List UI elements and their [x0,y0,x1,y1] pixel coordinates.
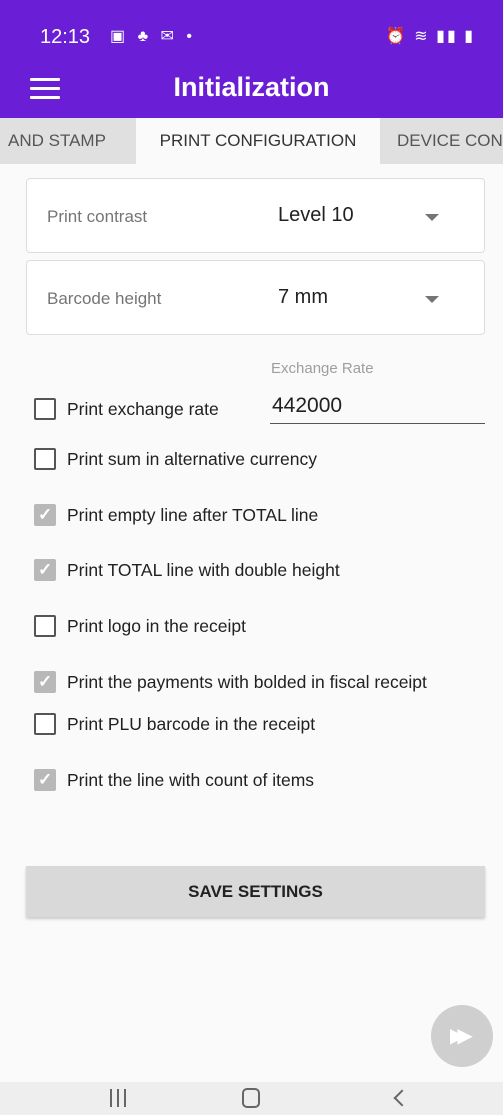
checkmark-icon: ✓ [38,505,53,524]
tab-bar: AND STAMP PRINT CONFIGURATION DEVICE CON [0,118,503,164]
tab-logo-and-stamp[interactable]: AND STAMP [8,118,106,164]
barcode-height-label: Barcode height [47,289,162,308]
back-button[interactable] [372,1082,432,1115]
print-contrast-select[interactable]: Print contrast Level 10 [26,178,485,253]
notification-icons: ▣ ♣ ✉ • [110,28,196,45]
print-contrast-value: Level 10 [278,204,354,226]
barcode-height-value: 7 mm [278,286,328,308]
exchange-rate-label: Exchange Rate [271,360,374,377]
fast-forward-icon: ▶▶ [450,1025,473,1047]
checkbox-checked[interactable]: ✓ [34,769,56,791]
checkbox-checked[interactable]: ✓ [34,504,56,526]
save-settings-button[interactable]: SAVE SETTINGS [26,866,485,917]
dropdown-arrow-icon [425,214,439,221]
dropdown-arrow-icon [425,296,439,303]
recents-button[interactable] [88,1082,148,1115]
checkbox-label: Print sum in alternative currency [67,449,317,469]
checkbox-label: Print PLU barcode in the receipt [67,714,316,734]
barcode-height-select[interactable]: Barcode height 7 mm [26,260,485,335]
fast-forward-button[interactable]: ▶▶ [431,1005,493,1067]
home-icon [242,1088,260,1108]
checkbox-label: Print the payments with bolded in fiscal… [67,672,427,692]
recents-icon [110,1089,112,1107]
app-bar: Initialization [0,56,503,118]
checkmark-icon: ✓ [38,770,53,789]
checkbox-unchecked[interactable] [34,448,56,470]
tab-device-configuration[interactable]: DEVICE CON [397,118,503,164]
exchange-rate-input[interactable] [270,388,485,424]
print-contrast-label: Print contrast [47,207,148,226]
checkbox-checked[interactable]: ✓ [34,559,56,581]
checkbox-unchecked[interactable] [34,615,56,637]
checkbox-unchecked[interactable] [34,713,56,735]
status-time: 12:13 [40,26,91,48]
checkbox-label: Print exchange rate [67,399,219,419]
system-nav-bar [0,1082,503,1115]
home-button[interactable] [222,1082,282,1115]
checkbox-label: Print logo in the receipt [67,616,246,636]
tab-print-configuration[interactable]: PRINT CONFIGURATION [136,118,380,164]
checkbox-label: Print TOTAL line with double height [67,560,340,580]
checkbox-label: Print empty line after TOTAL line [67,505,319,525]
checkbox-checked[interactable]: ✓ [34,671,56,693]
checkbox-label: Print the line with count of items [67,770,315,790]
checkbox-unchecked[interactable] [34,398,56,420]
checkmark-icon: ✓ [38,672,53,691]
back-icon [393,1089,411,1107]
checkmark-icon: ✓ [38,560,53,579]
system-status-icons: ⏰ ≋ ▮▮ ▮ [385,28,475,45]
status-bar: 12:13 ▣ ♣ ✉ • ⏰ ≋ ▮▮ ▮ [0,0,503,56]
page-title: Initialization [173,72,330,102]
